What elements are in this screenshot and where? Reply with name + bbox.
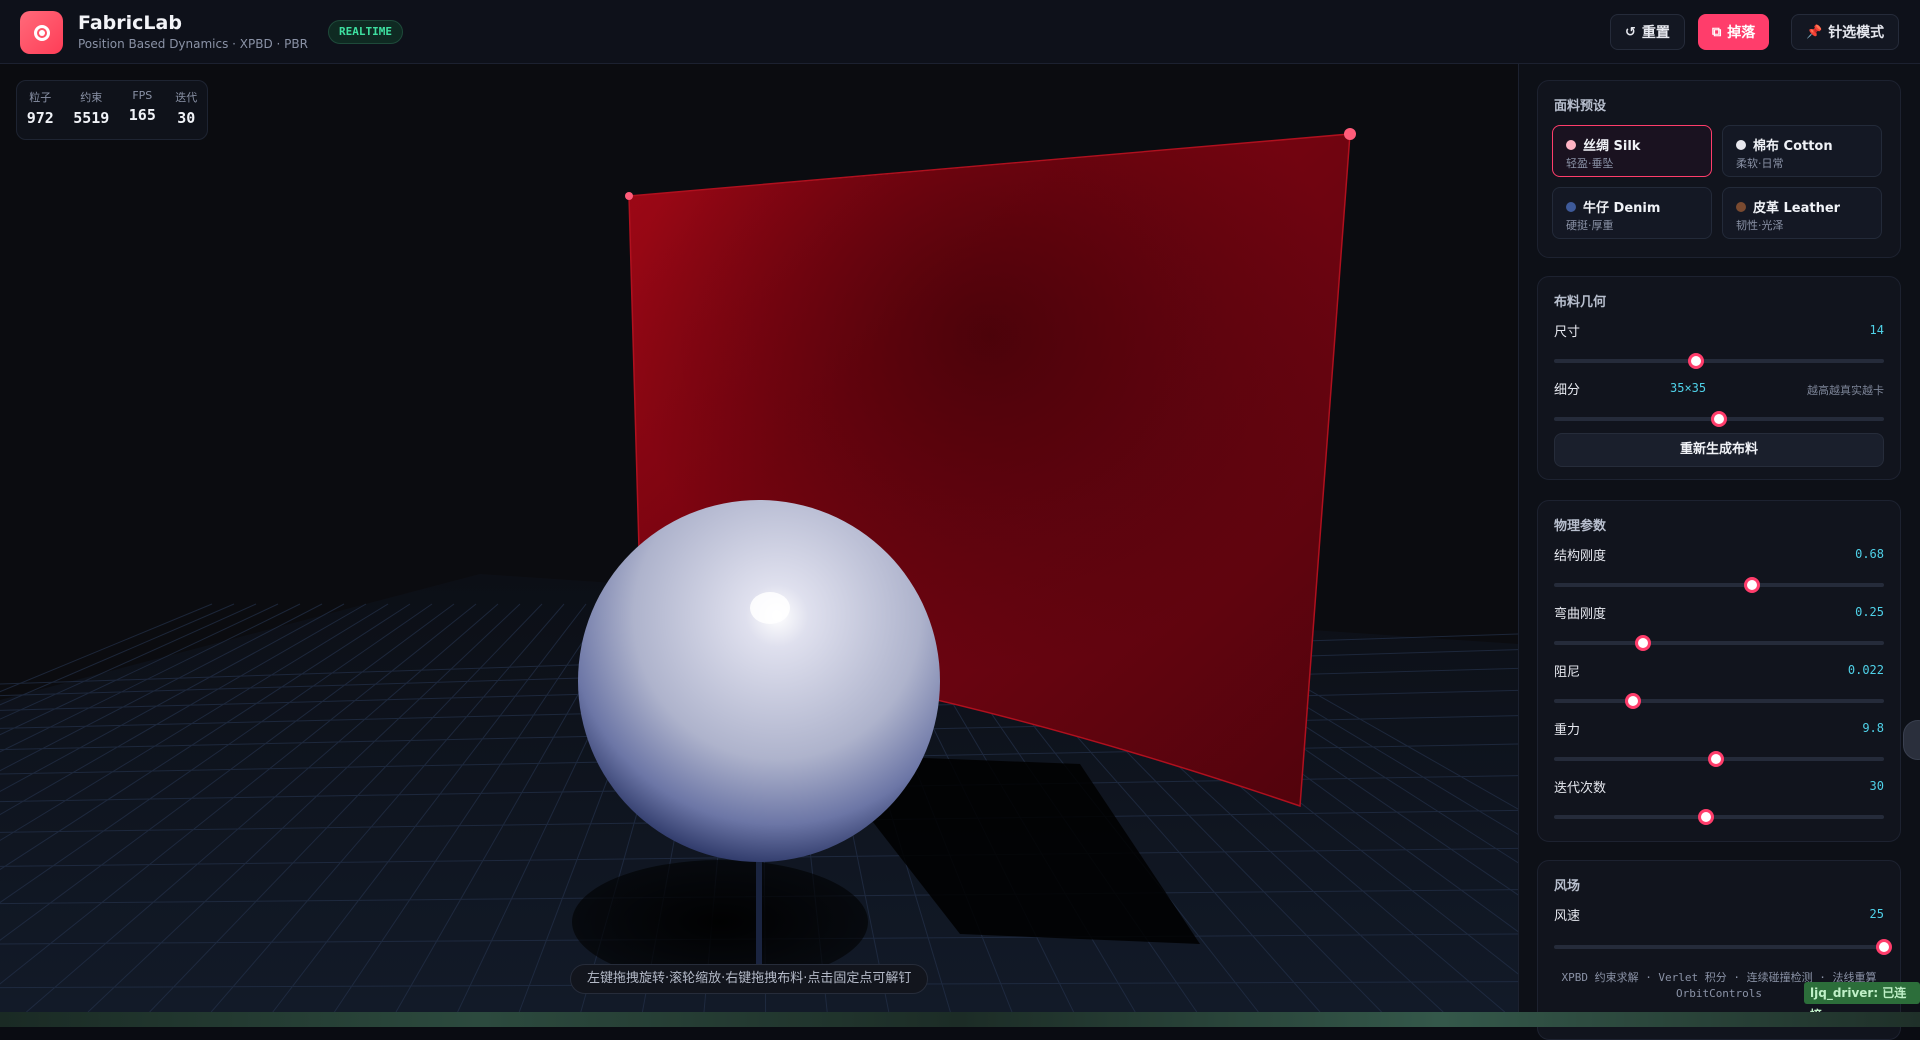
physics-param-slider[interactable] (1554, 809, 1884, 825)
drop-button[interactable]: ⧉ 掉落 (1698, 14, 1770, 50)
stat-label: 迭代 (175, 91, 198, 104)
wind-speed-label: 风速 (1554, 909, 1581, 924)
reset-button-label: 重置 (1641, 25, 1670, 41)
pin-point-left[interactable] (625, 192, 633, 200)
slider-thumb[interactable] (1876, 939, 1892, 955)
swatch-icon (1736, 202, 1746, 212)
size-value: 14 (1869, 323, 1884, 337)
slider-thumb[interactable] (1625, 693, 1642, 709)
swatch-icon (1736, 140, 1746, 150)
stat-iterations: 迭代 30 (175, 89, 197, 139)
pin-mode-label: 针选模式 (1828, 25, 1885, 41)
physics-param-value: 0.25 (1855, 605, 1884, 619)
preset-desc: 硬挺·厚重 (1566, 219, 1614, 232)
stat-fps: FPS 165 (129, 89, 156, 139)
drop-button-label: 掉落 (1727, 25, 1756, 41)
pin-mode-button[interactable]: 📌 针选模式 (1791, 14, 1900, 50)
preset-name: 丝绸 Silk (1583, 139, 1641, 154)
swatch-icon (1566, 202, 1576, 212)
physics-param-slider[interactable] (1554, 693, 1884, 709)
presets-title: 面料预设 (1554, 99, 1607, 114)
size-label: 尺寸 (1554, 325, 1581, 340)
stat-value: 30 (177, 109, 196, 127)
stat-label: 约束 (80, 91, 103, 104)
physics-param-label: 弯曲刚度 (1554, 607, 1607, 622)
driver-status-tag: ljq_driver: 已连接 (1804, 982, 1920, 1022)
app-title: FabricLab (78, 12, 182, 34)
physics-param-value: 9.8 (1862, 721, 1884, 735)
slider-thumb[interactable] (1635, 635, 1652, 651)
sphere-highlight (750, 592, 790, 624)
physics-param-value: 0.022 (1847, 663, 1884, 677)
stats-panel: 粒子 972 约束 5519 FPS 165 迭代 30 (16, 80, 208, 140)
stat-value: 972 (26, 109, 54, 127)
stat-value: 5519 (73, 109, 110, 127)
preset-denim[interactable]: 牛仔 Denim 硬挺·厚重 (1552, 187, 1712, 239)
subdiv-note: 越高越真实越卡 (1807, 384, 1884, 397)
physics-param-slider[interactable] (1554, 577, 1884, 593)
preset-name: 皮革 Leather (1753, 201, 1841, 216)
stat-constraints: 约束 5519 (73, 89, 109, 139)
scroll-handle[interactable] (1903, 720, 1920, 760)
stat-value: 165 (128, 106, 156, 124)
slider-thumb[interactable] (1697, 809, 1714, 825)
realtime-badge: REALTIME (328, 20, 403, 44)
swatch-icon (1566, 140, 1576, 150)
preset-silk[interactable]: 丝绸 Silk 轻盈·垂坠 (1552, 125, 1712, 177)
geometry-title: 布料几何 (1554, 295, 1607, 310)
preset-desc: 柔软·日常 (1736, 157, 1784, 170)
physics-param-label: 迭代次数 (1554, 781, 1607, 796)
physics-param-value: 0.68 (1855, 547, 1884, 561)
regenerate-cloth-button[interactable]: 重新生成布料 (1554, 433, 1884, 467)
subdiv-value: 35×35 (1670, 381, 1707, 395)
app-logo (20, 11, 63, 54)
pin-icon: 📌 (1806, 24, 1823, 40)
preset-cotton[interactable]: 棉布 Cotton 柔软·日常 (1722, 125, 1882, 177)
preset-desc: 轻盈·垂坠 (1566, 157, 1614, 170)
app-subtitle: Position Based Dynamics · XPBD · PBR (78, 37, 308, 51)
stat-particles: 粒子 972 (27, 89, 54, 139)
collision-sphere[interactable] (578, 500, 940, 862)
os-taskbar (0, 1012, 1920, 1027)
subdiv-label: 细分 (1554, 383, 1581, 398)
physics-param-value: 30 (1869, 779, 1884, 793)
physics-param-slider[interactable] (1554, 751, 1884, 767)
wind-speed-slider[interactable] (1554, 939, 1892, 955)
stat-label: 粒子 (29, 91, 52, 104)
reset-button[interactable]: ↺ 重置 (1610, 14, 1685, 50)
slider-thumb[interactable] (1707, 751, 1724, 767)
preset-name: 棉布 Cotton (1753, 139, 1833, 154)
fabric-presets-card: 面料预设 丝绸 Silk 轻盈·垂坠 棉布 Cotton 柔软·日常 牛仔 De… (1537, 80, 1901, 258)
preset-leather[interactable]: 皮革 Leather 韧性·光泽 (1722, 187, 1882, 239)
physics-param-slider[interactable] (1554, 635, 1884, 651)
subdiv-slider[interactable] (1554, 411, 1884, 427)
physics-param-label: 重力 (1554, 723, 1581, 738)
physics-params-card: 物理参数 结构刚度 0.68 弯曲刚度 0.25 阻尼 0.022 重力 9.8 迭代次数 30 (1537, 500, 1901, 842)
preset-desc: 韧性·光泽 (1736, 219, 1784, 232)
wind-title: 风场 (1554, 879, 1581, 894)
stat-label: FPS (132, 89, 153, 102)
logo-icon (33, 24, 50, 41)
app-header: FabricLab Position Based Dynamics · XPBD… (0, 0, 1920, 64)
pin-point-right[interactable] (1344, 128, 1356, 140)
3d-viewport[interactable]: 粒子 972 约束 5519 FPS 165 迭代 30 左键拖拽旋转·滚轮缩放… (0, 64, 1518, 1012)
physics-title: 物理参数 (1554, 519, 1607, 534)
scene-canvas[interactable] (0, 64, 1518, 1012)
physics-param-label: 结构刚度 (1554, 549, 1607, 564)
controls-hint: 左键拖拽旋转·滚轮缩放·右键拖拽布料·点击固定点可解钉 (570, 964, 929, 994)
control-panel: 面料预设 丝绸 Silk 轻盈·垂坠 棉布 Cotton 柔软·日常 牛仔 De… (1518, 64, 1920, 1040)
cloth-geometry-card: 布料几何 尺寸 14 细分 35×35 越高越真实越卡 重新生成布料 (1537, 276, 1901, 480)
slider-thumb[interactable] (1744, 577, 1760, 593)
wind-speed-value: 25 (1869, 907, 1884, 921)
refresh-icon: ↺ (1625, 24, 1636, 40)
drop-icon: ⧉ (1712, 24, 1722, 40)
physics-param-label: 阻尼 (1554, 665, 1581, 680)
slider-thumb[interactable] (1687, 353, 1704, 369)
preset-name: 牛仔 Denim (1583, 201, 1661, 216)
slider-thumb[interactable] (1711, 411, 1727, 427)
size-slider[interactable] (1554, 353, 1884, 369)
